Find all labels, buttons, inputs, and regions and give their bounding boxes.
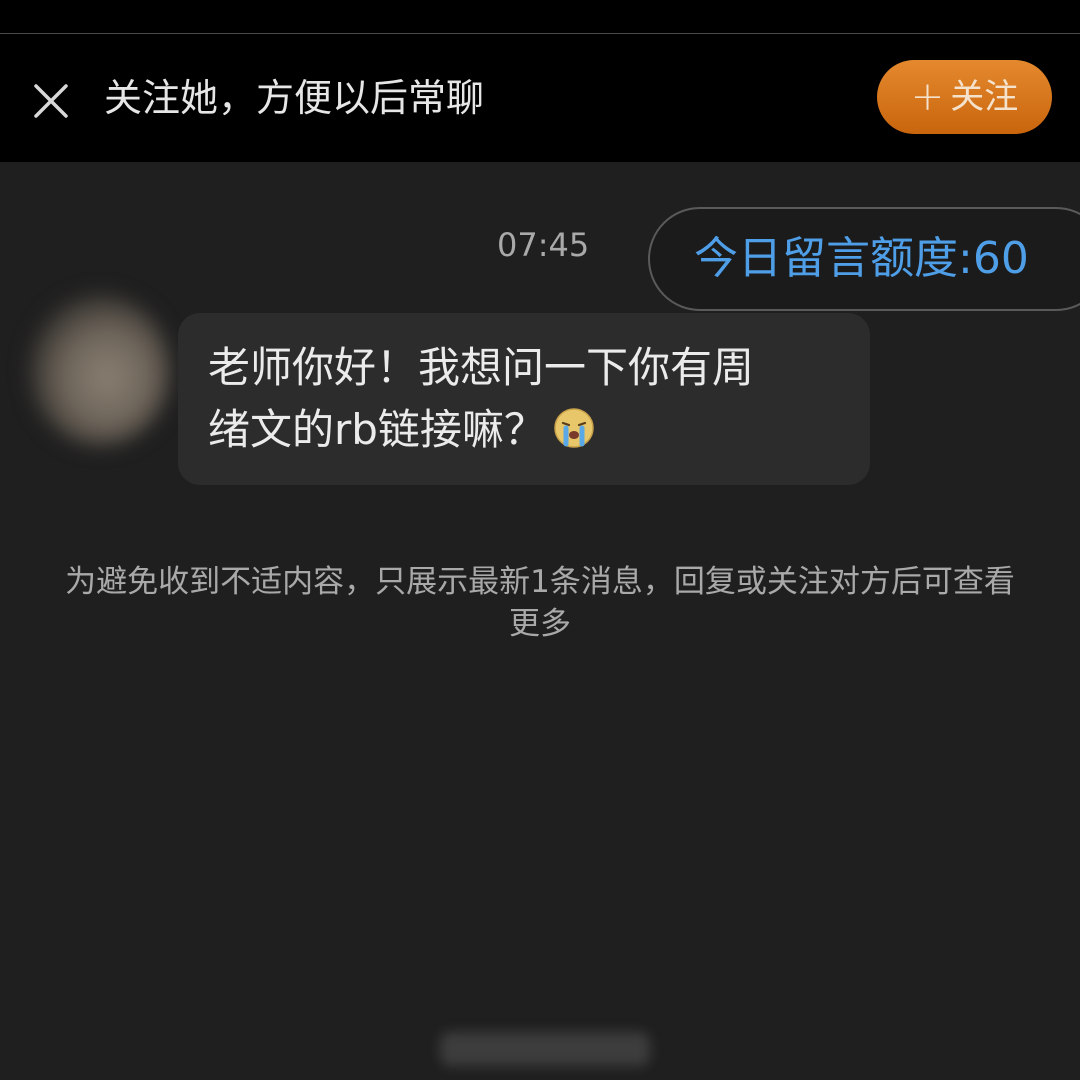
follow-banner: 关注她，方便以后常聊 + 关注 — [0, 34, 1080, 162]
quota-text: 今日留言额度:60 — [694, 233, 1029, 284]
message-line-1: 老师你好！我想问一下你有周 — [208, 343, 755, 392]
close-icon[interactable] — [26, 76, 76, 126]
follow-prompt-text: 关注她，方便以后常聊 — [104, 76, 485, 120]
follow-button-label: 关注 — [950, 77, 1019, 117]
follow-button[interactable]: + 关注 — [877, 60, 1052, 134]
message-text: 老师你好！我想问一下你有周 绪文的rb链接嘛？ — [208, 337, 828, 461]
message-line-2: 绪文的rb链接嘛？ — [208, 405, 546, 454]
status-bar — [0, 0, 1080, 34]
chat-screen: 关注她，方便以后常聊 + 关注 07:45 今日留言额度:60 老师你好！我想问… — [0, 0, 1080, 1080]
message-bubble[interactable]: 老师你好！我想问一下你有周 绪文的rb链接嘛？ — [178, 313, 870, 485]
crying-emoji-icon — [552, 405, 596, 449]
plus-icon: + — [910, 74, 945, 120]
avatar[interactable] — [30, 295, 170, 445]
message-limit-notice: 为避免收到不适内容，只展示最新1条消息，回复或关注对方后可查看更多 — [65, 564, 1015, 642]
quota-badge: 今日留言额度:60 — [648, 207, 1080, 311]
message-timestamp: 07:45 — [497, 226, 590, 264]
watermark — [440, 1032, 650, 1066]
